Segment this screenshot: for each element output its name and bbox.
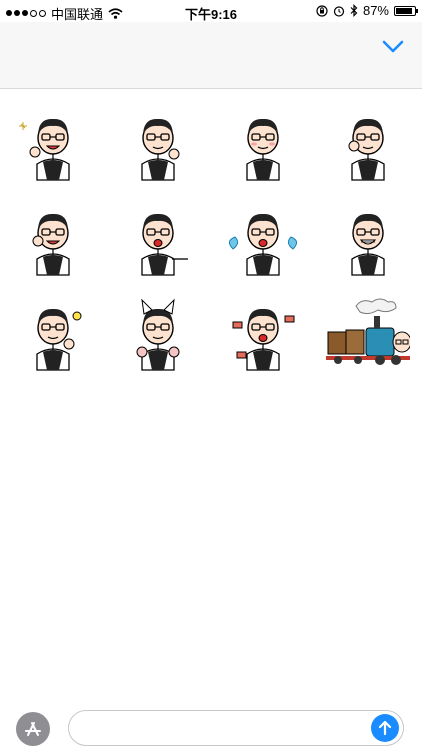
- sticker-11[interactable]: [221, 292, 305, 376]
- sticker-7[interactable]: [221, 197, 305, 281]
- sticker-cell[interactable]: [315, 96, 420, 191]
- status-icons: 87%: [316, 3, 418, 18]
- compose-bar: [0, 702, 422, 750]
- sticker-cell[interactable]: [105, 286, 210, 381]
- bluetooth-icon: [350, 4, 358, 17]
- sticker-5[interactable]: [11, 197, 95, 281]
- app-store-icon: [25, 722, 41, 736]
- battery-percent: 87%: [362, 3, 389, 18]
- chevron-down-icon[interactable]: [382, 40, 404, 54]
- sticker-2[interactable]: [116, 102, 200, 186]
- sticker-cell[interactable]: [105, 96, 210, 191]
- sticker-cell[interactable]: [210, 286, 315, 381]
- sticker-cell[interactable]: [0, 96, 105, 191]
- battery-icon: [394, 5, 418, 16]
- sticker-cell[interactable]: [105, 191, 210, 286]
- sticker-8[interactable]: [326, 197, 410, 281]
- app-store-button[interactable]: [16, 712, 50, 746]
- sticker-drawer-header: [0, 22, 422, 89]
- sticker-cell[interactable]: [0, 191, 105, 286]
- message-input[interactable]: [83, 718, 367, 737]
- status-bar: 中国联通 下午9:16 87%: [0, 0, 422, 22]
- message-input-field[interactable]: [68, 710, 404, 746]
- sticker-cell[interactable]: [210, 96, 315, 191]
- sticker-1[interactable]: [11, 102, 95, 186]
- orientation-lock-icon: [316, 4, 328, 17]
- alarm-icon: [333, 5, 345, 17]
- sticker-cell[interactable]: [210, 191, 315, 286]
- send-button[interactable]: [371, 714, 399, 742]
- sticker-4[interactable]: [326, 102, 410, 186]
- sticker-9[interactable]: [11, 292, 95, 376]
- sticker-12[interactable]: [325, 292, 410, 376]
- sticker-cell[interactable]: [0, 286, 105, 381]
- sticker-cell[interactable]: [315, 191, 420, 286]
- sticker-6[interactable]: [116, 197, 200, 281]
- sticker-cell[interactable]: [315, 286, 420, 381]
- send-arrow-icon: [378, 720, 392, 736]
- sticker-3[interactable]: [221, 102, 305, 186]
- sticker-grid: [0, 96, 422, 381]
- sticker-10[interactable]: [116, 292, 200, 376]
